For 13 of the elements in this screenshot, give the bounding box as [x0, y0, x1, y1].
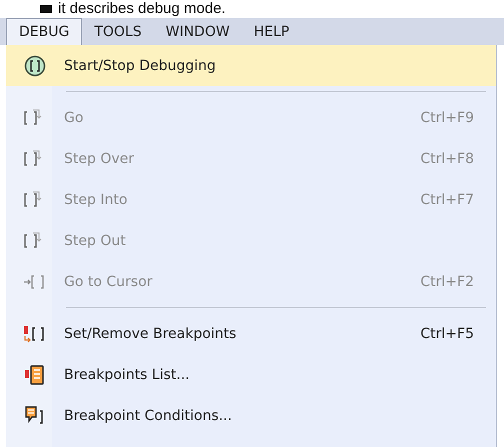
menu-item[interactable]: Set/Remove Breakpoints Ctrl+F5 — [6, 313, 496, 354]
menu-tab[interactable]: HELP — [242, 18, 302, 45]
breakpoint-list-icon — [24, 364, 46, 384]
menu-tab[interactable]: DEBUG — [6, 18, 82, 45]
debug-circle-icon — [24, 54, 46, 76]
menu-item[interactable]: Breakpoints List... — [6, 354, 496, 395]
breakpoint-icon — [23, 324, 47, 342]
menu-item[interactable]: Start/Stop Debugging — [6, 45, 496, 86]
menu-item[interactable]: Breakpoint Conditions... — [6, 395, 496, 436]
menu-tab[interactable]: WINDOW — [154, 18, 242, 45]
menu-tab[interactable]: TOOLS — [82, 18, 154, 45]
caption-text: it describes debug mode. — [58, 0, 226, 17]
bullet-icon — [40, 4, 52, 12]
